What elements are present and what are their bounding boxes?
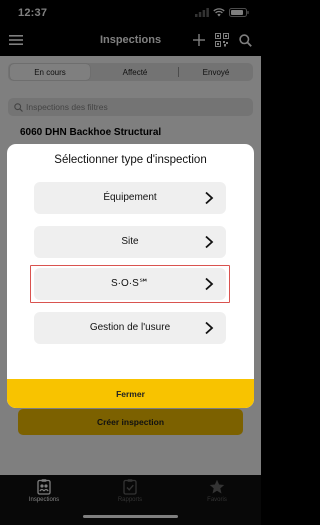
option-equipement[interactable]: Équipement [34, 182, 226, 214]
inspection-type-modal: Sélectionner type d'inspection Équipemen… [7, 144, 254, 408]
modal-title: Sélectionner type d'inspection [54, 154, 207, 166]
option-gestion-usure[interactable]: Gestion de l'usure [34, 312, 226, 344]
selection-highlight [30, 265, 230, 303]
option-site[interactable]: Site [34, 226, 226, 258]
chevron-right-icon [205, 235, 214, 249]
option-label: Site [121, 236, 139, 247]
chevron-right-icon [205, 191, 214, 205]
option-label: Équipement [103, 192, 157, 203]
chevron-right-icon [205, 321, 214, 335]
close-button[interactable]: Fermer [7, 379, 254, 408]
option-label: Gestion de l'usure [89, 322, 171, 333]
